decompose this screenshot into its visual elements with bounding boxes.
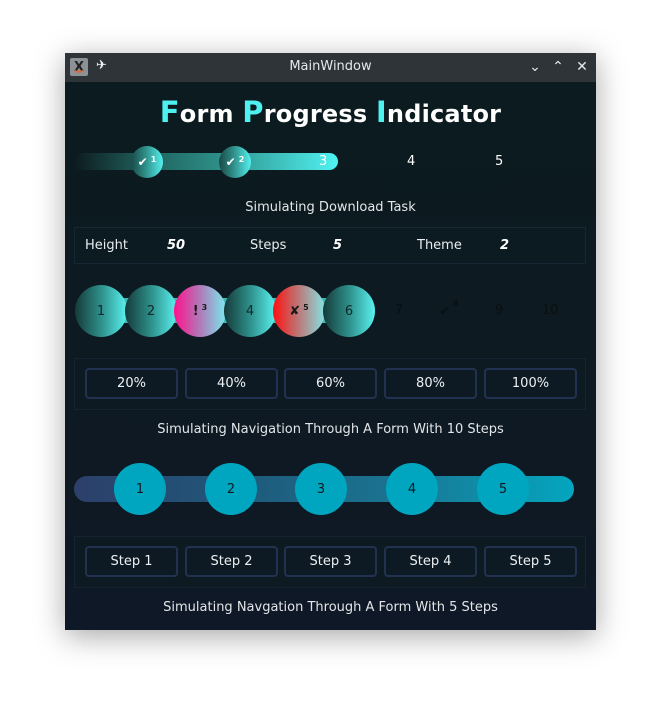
chevron-up-icon[interactable]: ⌃ (549, 58, 567, 76)
title-initial-p: P (242, 95, 264, 129)
ten-step-caption: Simulating Navigation Through A Form Wit… (157, 422, 504, 437)
download-step-4: 4 (407, 154, 416, 169)
height-value: 50 (167, 238, 186, 253)
ten-step-8: ✔8 (439, 299, 459, 320)
warning-icon: ! (192, 303, 199, 319)
five-step-4: 4 (386, 463, 438, 515)
step-1-button[interactable]: Step 1 (85, 546, 178, 577)
steps-label: Steps (250, 238, 287, 253)
main-window: X ✈ MainWindow ⌄ ⌃ ✕ Form Progress Indic… (65, 53, 596, 630)
five-step-2: 2 (205, 463, 257, 515)
step-3-button[interactable]: Step 3 (284, 546, 377, 577)
chevron-down-icon[interactable]: ⌄ (526, 58, 544, 76)
title-word-form: orm (179, 100, 243, 128)
ten-step-6: 6 (323, 285, 375, 337)
step-2-button[interactable]: Step 2 (185, 546, 278, 577)
cross-icon: ✘ (289, 303, 301, 319)
height-label: Height (85, 238, 128, 253)
theme-label: Theme (417, 238, 462, 253)
step-5-button[interactable]: Step 5 (484, 546, 577, 577)
step-button-panel: Step 1 Step 2 Step 3 Step 4 Step 5 (74, 536, 586, 588)
download-progress-bar (74, 153, 338, 170)
ten-step-2: 2 (125, 285, 177, 337)
ten-step-7: 7 (395, 303, 404, 318)
title-bar: X ✈ MainWindow ⌄ ⌃ ✕ (65, 53, 596, 82)
percent-20-button[interactable]: 20% (85, 368, 178, 399)
five-step-1: 1 (114, 463, 166, 515)
check-icon: ✔ (137, 155, 148, 169)
step-4-button[interactable]: Step 4 (384, 546, 477, 577)
download-step-5: 5 (495, 154, 504, 169)
steps-value: 5 (333, 238, 343, 253)
ten-step-4: 4 (224, 285, 276, 337)
five-step-caption: Simulating Navgation Through A Form With… (163, 600, 498, 615)
title-word-indicator: ndicator (386, 100, 502, 128)
settings-panel: Height 50 Steps 5 Theme 2 (74, 227, 586, 264)
ten-step-1: 1 (75, 285, 127, 337)
check-icon: ✔ (225, 155, 236, 169)
ten-step-5-error: ✘ 5 (273, 285, 325, 337)
window-title: MainWindow (289, 59, 372, 74)
close-icon[interactable]: ✕ (573, 58, 591, 76)
percent-80-button[interactable]: 80% (384, 368, 477, 399)
ten-step-10: 10 (542, 303, 559, 318)
ten-step-3-warning: ! 3 (174, 285, 226, 337)
download-step-2: ✔ 2 (219, 146, 251, 178)
percent-100-button[interactable]: 100% (484, 368, 577, 399)
title-initial-i: I (375, 95, 387, 129)
five-step-5: 5 (477, 463, 529, 515)
download-step-3: 3 (319, 154, 328, 169)
check-icon: ✔ (439, 304, 450, 320)
download-caption: Simulating Download Task (245, 200, 416, 215)
content-area: Form Progress Indicator ✔ 1 ✔ 2 3 4 5 Simu… (65, 82, 596, 630)
title-initial-f: F (159, 95, 180, 129)
ten-step-9: 9 (495, 303, 504, 318)
theme-value: 2 (500, 238, 510, 253)
five-step-3: 3 (295, 463, 347, 515)
page-title: Form Progress Indicator (65, 95, 596, 129)
download-step-1: ✔ 1 (131, 146, 163, 178)
percent-60-button[interactable]: 60% (284, 368, 377, 399)
percent-button-panel: 20% 40% 60% 80% 100% (74, 358, 586, 410)
percent-40-button[interactable]: 40% (185, 368, 278, 399)
title-word-progress: rogress (263, 100, 376, 128)
